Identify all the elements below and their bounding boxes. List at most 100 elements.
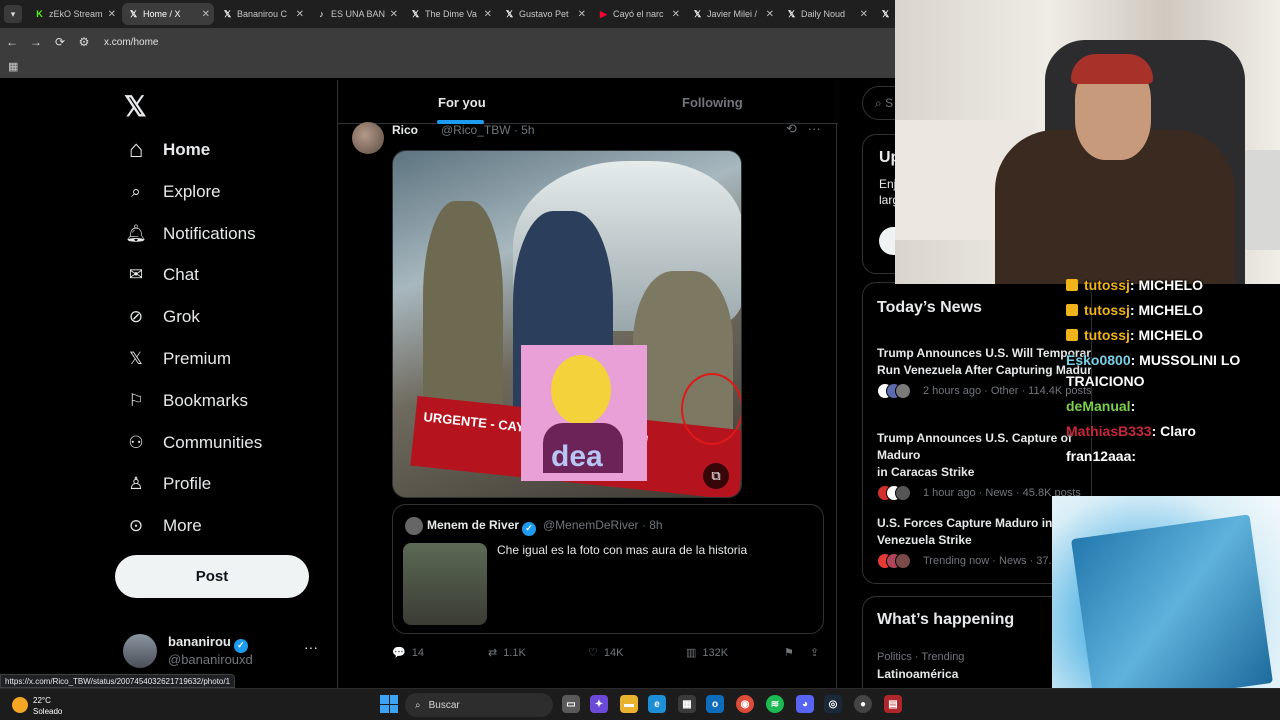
post-author-name[interactable]: Rico [392,123,418,137]
reply-button[interactable]: 💬 14 [392,646,424,660]
file-explorer-icon[interactable]: ▬ [620,695,638,713]
image-edit-icon[interactable]: ⧉ [703,463,729,489]
nav-item-notifications[interactable]: 🔔︎ Notifications [124,219,255,249]
steam-icon[interactable]: ◎ [824,695,842,713]
close-icon[interactable]: ✕ [672,9,680,20]
apps-grid-icon[interactable]: ▦ [8,60,18,73]
tab-label: Gustavo Pet [519,9,569,19]
post-more-icon[interactable]: ··· [808,121,821,136]
nav-item-grok[interactable]: ⊘ Grok [124,302,200,332]
close-icon[interactable]: ✕ [202,9,210,20]
chrome-icon[interactable]: ◉ [736,695,754,713]
app-icon[interactable]: ▤ [884,695,902,713]
site-info-icon[interactable]: ⚙ [72,35,96,49]
browser-tab[interactable]: ♪ ES UNA BAN ✕ [310,3,402,25]
news-item[interactable]: Trump Announces U.S. Will Temporarily Run… [877,345,1092,399]
chat-message: deManual: [1066,398,1135,414]
tab-label: ES UNA BAN [331,9,386,19]
account-menu-icon[interactable]: ··· [304,639,318,655]
close-icon[interactable]: ✕ [390,9,398,20]
tab-label: Daily Noud [801,9,846,19]
outlook-icon[interactable]: o [706,695,724,713]
close-icon[interactable]: ✕ [108,9,116,20]
bookmark-bar: ▦ [0,56,896,78]
red-circle-annotation [681,373,741,445]
obs-icon[interactable]: ● [854,695,872,713]
trend-name[interactable]: Latinoamérica [877,667,958,681]
search-icon: ⌕ [875,96,886,110]
nav-item-communities[interactable]: ⚇ Communities [124,428,262,458]
close-icon[interactable]: ✕ [860,9,868,20]
quote-text: Che igual es la foto con mas aura de la … [497,543,748,557]
windows-start-icon[interactable] [380,695,398,713]
sticker-text: dea [551,440,603,473]
close-icon[interactable]: ✕ [578,9,586,20]
nav-item-label: More [163,516,202,536]
repost-button[interactable]: ⇄ 1.1K [488,646,526,660]
tab-for-you[interactable]: For you [438,95,486,110]
nav-item-home[interactable]: ⌂ Home [124,135,210,165]
news-headline-line: in Caracas Strike [877,465,975,479]
kick-icon: K [36,9,43,19]
post-handle-time[interactable]: @Rico_TBW · 5h [441,123,535,137]
reload-button[interactable]: ⟳ [48,35,72,49]
trend-category: Politics · Trending [877,651,965,663]
discord-icon[interactable]: ◕ [796,695,814,713]
browser-tab[interactable]: 𝕏Mae✕ [874,3,896,25]
browser-tab-strip: ▾ KzEkO Stream ✕ 𝕏 Home / X ✕ 𝕏 Bananirou C ✕ ♪ E… [0,0,896,28]
post-button[interactable]: Post [115,555,309,598]
news-item[interactable]: Trump Announces U.S. Capture of Maduro in… [877,430,1091,501]
browser-tab[interactable]: 𝕏 Bananirou C ✕ [216,3,308,25]
news-headline-line: Run Venezuela After Capturing Maduro [877,363,1092,377]
browser-tab[interactable]: 𝕏 Home / X ✕ [122,3,214,25]
tab-search-button[interactable]: ▾ [4,5,22,23]
taskbar-search[interactable]: ⌕ Buscar [405,693,553,717]
task-view-icon[interactable]: ▭ [562,695,580,713]
verified-badge-icon: ✓ [233,638,248,653]
bookmark-button[interactable]: ⚑ [784,646,794,659]
browser-tab[interactable]: 𝕏 The Dime Va ✕ [404,3,496,25]
browser-tab[interactable]: 𝕏 Gustavo Pet ✕ [498,3,590,25]
happening-title: What’s happening [877,611,1015,628]
avatar [123,634,157,668]
close-icon[interactable]: ✕ [484,9,492,20]
account-switcher[interactable]: bananirou ✓ @bananirouxd ··· [123,632,323,672]
share-button[interactable]: ⇪ [810,646,819,659]
copilot-icon[interactable]: ✦ [590,695,608,713]
chat-message: tutossj: MICHELO [1066,277,1203,293]
spotify-icon[interactable]: ≋ [766,695,784,713]
back-button[interactable]: ← [0,35,24,49]
forward-button[interactable]: → [24,35,48,49]
edge-icon[interactable]: e [648,695,666,713]
quoted-post[interactable]: Menem de River ✓ @MenemDeRiver · 8h Che i… [392,504,824,634]
post-author-avatar[interactable] [352,122,384,154]
nav-item-explore[interactable]: ⌕ Explore [124,177,220,207]
timeline: For you Following Rico @Rico_TBW · 5h ⟲ … [337,80,838,690]
tab-following[interactable]: Following [682,95,743,110]
nav-item-chat[interactable]: ✉ Chat [124,260,199,290]
address-bar: ← → ⟳ ⚙ x.com/home [0,28,896,56]
browser-tab[interactable]: 𝕏 Daily Noud ✕ [780,3,872,25]
browser-tab[interactable]: 𝕏 Javier Milei / ✕ [686,3,778,25]
nav-item-more[interactable]: ⊙ More [124,511,202,541]
url-field[interactable]: x.com/home [104,37,158,48]
views-button[interactable]: ▥ 132K [686,646,728,660]
chat-text: TRAICIONO [1066,373,1145,389]
close-icon[interactable]: ✕ [296,9,304,20]
nav-item-label: Communities [163,432,263,452]
tab-label: Cayó el narc [613,9,664,19]
blue-canvas-shape [1071,514,1273,708]
weather-temp: 22°C [33,696,51,705]
nav-item-bookmarks[interactable]: ⚐ Bookmarks [124,386,248,416]
nav-item-profile[interactable]: ♙ Profile [124,469,211,499]
nav-item-premium[interactable]: 𝕏 Premium [124,344,231,374]
browser-tab[interactable]: KzEkO Stream ✕ [28,3,120,25]
post-image[interactable]: URGENTE - CAYO N... CAPTURADO! dea ⧉ [392,150,742,498]
close-icon[interactable]: ✕ [766,9,774,20]
grok-explain-icon[interactable]: ⟲ [786,121,797,136]
like-button[interactable]: ♡ 14K [588,646,623,660]
avatar [895,485,911,501]
x-logo[interactable]: 𝕏 [124,90,147,123]
store-icon[interactable]: ▦ [678,695,696,713]
browser-tab[interactable]: ▶ Cayó el narc ✕ [592,3,684,25]
